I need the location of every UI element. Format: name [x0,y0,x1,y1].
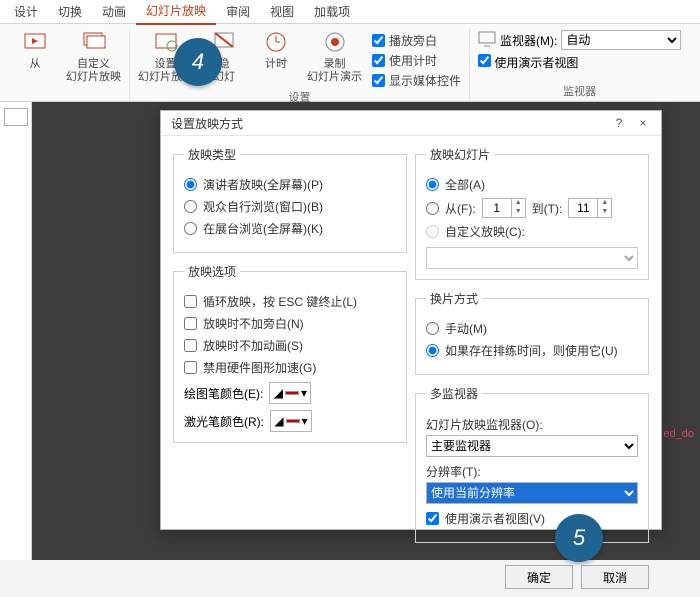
chk-media[interactable]: 显示媒体控件 [372,72,461,89]
monitor-label: 监视器(M): [500,32,557,49]
btn-custom-show[interactable]: 自定义 幻灯片放映 [66,28,121,84]
ribbon-group-start: 从 自定义 幻灯片放映 [6,28,130,101]
radio-from-to[interactable]: 从(F): ▲▼ 到(T): ▲▼ [426,198,638,218]
present-icon [21,28,49,56]
chk-timing[interactable]: 使用计时 [372,52,461,69]
radio-kiosk[interactable]: 在展台浏览(全屏幕)(K) [184,220,396,237]
slide-thumbstrip[interactable] [0,102,32,560]
monitor-select[interactable]: 自动 [561,30,681,50]
resolution-label: 分辨率(T): [426,463,638,480]
group-show-type: 放映类型 演讲者放映(全屏幕)(P) 观众自行浏览(窗口)(B) 在展台浏览(全… [173,146,407,253]
radio-all[interactable]: 全部(A) [426,176,638,193]
chk-use-presenter-view[interactable]: 使用演示者视图(V) [426,510,638,527]
setup-show-dialog: 设置放映方式 ? × 放映类型 演讲者放映(全屏幕)(P) 观众自行浏览(窗口)… [160,110,662,530]
tab-transitions[interactable]: 切换 [48,0,92,24]
monitor-icon [478,31,496,50]
to-input[interactable] [569,199,597,217]
watermark-text: ed_do [663,428,694,440]
dialog-help-button[interactable]: ? [607,111,631,135]
bucket-icon: ◢ [274,414,283,428]
dialog-footer: 确定 取消 [161,557,661,597]
group-show-options: 放映选项 循环放映，按 ESC 键终止(L) 放映时不加旁白(N) 放映时不加动… [173,263,407,443]
bucket-icon: ◢ [274,386,283,400]
chevron-down-icon: ▾ [302,414,308,428]
chk-loop[interactable]: 循环放映，按 ESC 键终止(L) [184,293,396,310]
custom-show-icon [80,28,108,56]
tab-design[interactable]: 设计 [4,0,48,24]
dialog-close-button[interactable]: × [631,111,655,135]
radio-custom-show: 自定义放映(C): [426,223,638,240]
group-show-slides: 放映幻灯片 全部(A) 从(F): ▲▼ 到(T): ▲▼ 自定义放映(C): [415,146,649,280]
record-icon [321,28,349,56]
radio-presenter[interactable]: 演讲者放映(全屏幕)(P) [184,176,396,193]
tab-addins[interactable]: 加载项 [304,0,360,24]
laser-color-picker[interactable]: ◢▾ [270,410,312,432]
chk-no-animation[interactable]: 放映时不加动画(S) [184,337,396,354]
slidemon-label: 幻灯片放映监视器(O): [426,416,638,433]
laser-color-label: 激光笔颜色(R): [184,413,264,430]
radio-browsed[interactable]: 观众自行浏览(窗口)(B) [184,198,396,215]
dialog-titlebar: 设置放映方式 ? × [161,111,661,136]
chk-no-narration[interactable]: 放映时不加旁白(N) [184,315,396,332]
slide-thumb-1[interactable] [4,108,28,126]
pen-color-label: 绘图笔颜色(E): [184,385,263,402]
ribbon-checks: 播放旁白 使用计时 显示媒体控件 [372,28,461,89]
chk-narration[interactable]: 播放旁白 [372,32,461,49]
dialog-title: 设置放映方式 [171,115,607,132]
spin-from[interactable]: ▲▼ [482,198,526,218]
cancel-button[interactable]: 取消 [581,565,649,589]
tab-view[interactable]: 视图 [260,0,304,24]
from-input[interactable] [483,199,511,217]
ribbon-tabs: 设计 切换 动画 幻灯片放映 审阅 视图 加载项 [0,0,700,24]
step-badge-4: 4 [174,38,222,86]
tab-animations[interactable]: 动画 [92,0,136,24]
group-multimonitor: 多监视器 幻灯片放映监视器(O): 主要监视器 分辨率(T): 使用当前分辨率 … [415,385,649,543]
btn-rehearse[interactable]: 计时 [255,28,297,71]
spin-to[interactable]: ▲▼ [568,198,612,218]
clock-icon [262,28,290,56]
radio-timed[interactable]: 如果存在排练时间，则使用它(U) [426,342,638,359]
custom-show-select [426,247,638,269]
resolution-select[interactable]: 使用当前分辨率 [426,482,638,504]
ribbon: 从 自定义 幻灯片放映 设置 幻灯片放映 隐 幻灯 计时 [0,24,700,102]
radio-manual[interactable]: 手动(M) [426,320,638,337]
btn-from-beginning[interactable]: 从 [14,28,56,71]
ribbon-group-monitor: 监视器(M): 自动 使用演示者视图 监视器 [470,28,689,101]
group-advance: 换片方式 手动(M) 如果存在排练时间，则使用它(U) [415,290,649,375]
btn-record[interactable]: 录制 幻灯片演示 [307,28,362,84]
tab-slideshow[interactable]: 幻灯片放映 [136,0,216,25]
chk-presenter-view[interactable]: 使用演示者视图 [478,54,681,71]
group-label-monitor: 监视器 [563,83,596,101]
chk-no-hwaccel[interactable]: 禁用硬件图形加速(G) [184,359,396,376]
slideshow-monitor-select[interactable]: 主要监视器 [426,435,638,457]
pen-color-picker[interactable]: ◢▾ [269,382,311,404]
ok-button[interactable]: 确定 [505,565,573,589]
step-badge-5: 5 [555,514,603,562]
chevron-down-icon: ▾ [301,386,307,400]
tab-review[interactable]: 审阅 [216,0,260,24]
